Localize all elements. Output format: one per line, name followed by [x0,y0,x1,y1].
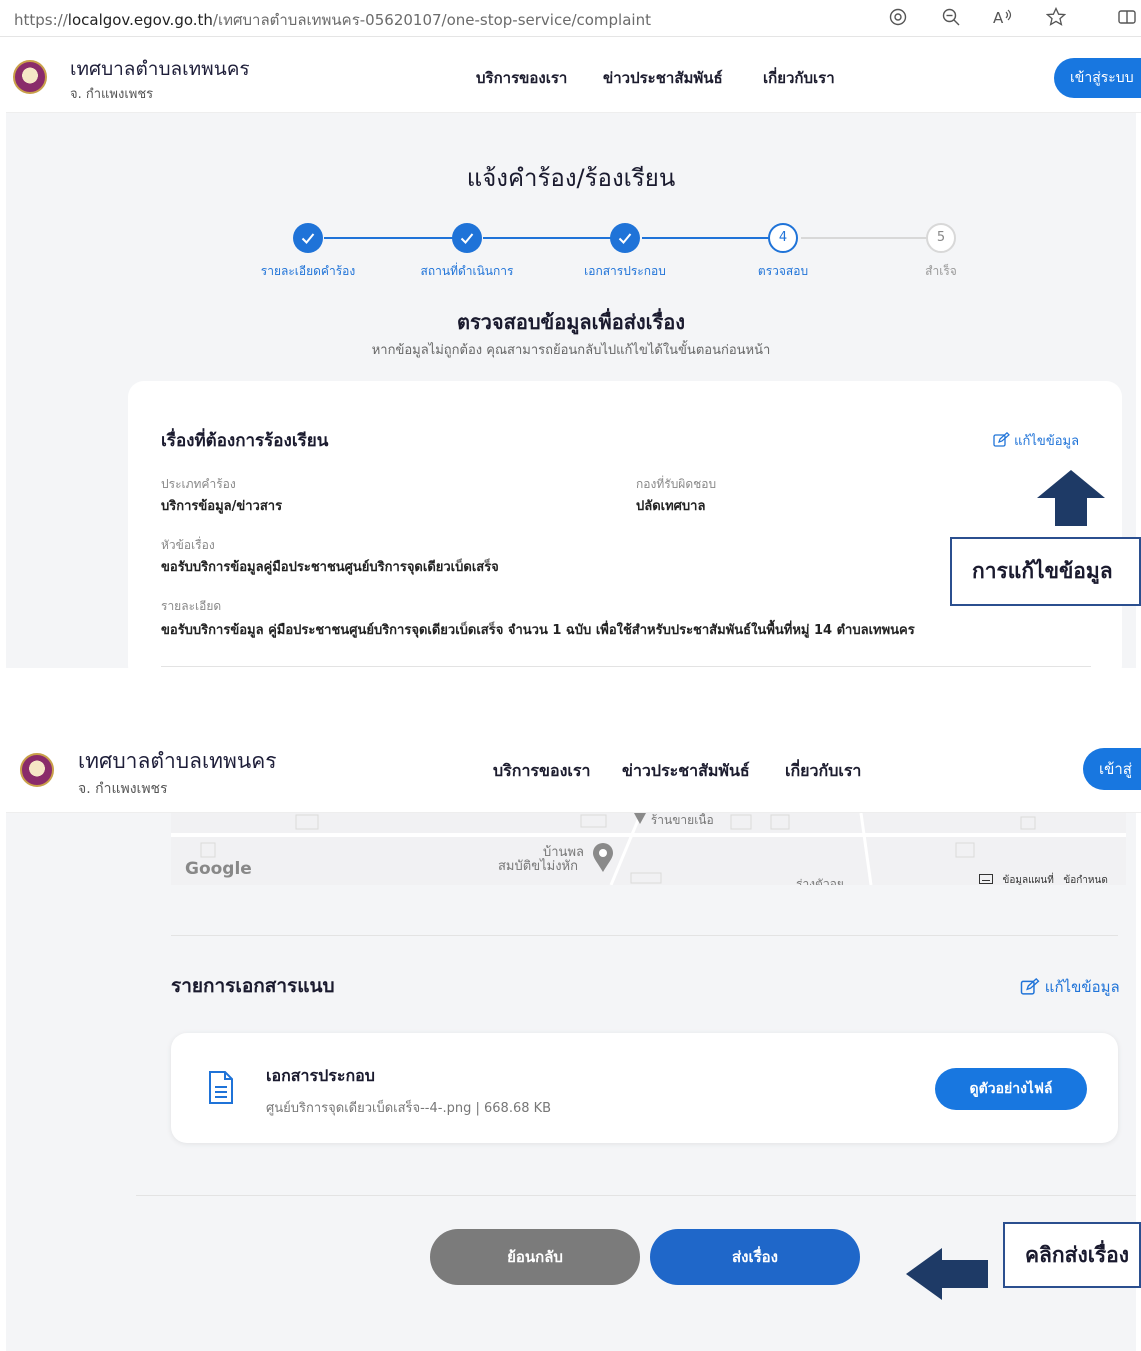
edit-icon [993,431,1010,447]
split-screen-icon[interactable] [1116,7,1138,29]
edit-complaint-label: แก้ไขข้อมูล [1014,434,1080,449]
nav-about[interactable]: เกี่ยวกับเรา [763,66,835,90]
zoom-out-icon[interactable] [940,7,962,29]
nav-services[interactable]: บริการของเรา [476,66,567,90]
step-1-check-icon [293,223,323,253]
step-2-check-icon [452,223,482,253]
map-place-label-text: ร้านขายเนื้อ [650,813,714,827]
section-divider [136,1195,1136,1196]
nav-services[interactable]: บริการของเรา [493,759,590,784]
google-logo: Google [185,859,252,879]
complaint-type-label: ประเภทคำร้อง [161,477,236,491]
municipality-logo[interactable] [13,60,47,94]
attachment-item: เอกสารประกอบ ศูนย์บริการจุดเดียวเบ็ดเสร็… [171,1033,1118,1143]
site-province: จ. กำแพงเพชร [70,87,154,102]
back-button[interactable]: ย้อนกลับ [430,1229,640,1285]
complaint-type-value: บริการข้อมูล/ข่าวสาร [161,499,283,514]
step-5-label: สำเร็จ [925,264,957,278]
step-3-label: เอกสารประกอบ [584,264,666,278]
location-icon[interactable] [887,7,909,29]
site-title[interactable]: เทศบาลตำบลเทพนคร [70,54,250,84]
page-title: แจ้งคำร้อง/ร้องเรียน [466,164,676,192]
map-marker-icon [634,813,646,824]
document-title: เอกสารประกอบ [266,1066,375,1085]
login-button[interactable]: เข้าสู่ [1083,748,1141,790]
step-1-label: รายละเอียดคำร้อง [260,264,356,278]
map-attribution[interactable]: ข้อมูลแผนที่ ข้อกำหนด [979,873,1108,885]
site-title[interactable]: เทศบาลตำบลเทพนคร [78,745,277,778]
annotation-edit-note: การแก้ไขข้อมูล [950,537,1141,606]
address-url[interactable]: https://localgov.egov.go.th/เทศบาลตำบลเท… [14,8,651,32]
annotation-send-note: คลิกส่งเรื่อง [1003,1222,1141,1288]
municipality-logo[interactable] [20,753,54,787]
document-icon [209,1071,233,1104]
browser-address-bar: https://localgov.egov.go.th/เทศบาลตำบลเท… [0,0,1141,37]
step-connector [483,237,629,239]
map-place-label: ร่างตัวอย [796,877,844,885]
detail-value: ขอรับบริการข้อมูล คู่มือประชาชนศูนย์บริก… [161,623,915,638]
step-2-label: สถานที่ดำเนินการ [420,264,514,278]
site-header: เทศบาลตำบลเทพนคร จ. กำแพงเพชร บริการของเ… [6,38,1141,113]
review-subtitle: หากข้อมูลไม่ถูกต้อง คุณสามารถย้อนกลับไปแ… [371,343,771,358]
favorite-star-icon[interactable] [1045,6,1067,29]
subject-value: ขอรับบริการข้อมูลคู่มือประชาชนศูนย์บริกา… [161,560,499,575]
review-title: ตรวจสอบข้อมูลเพื่อส่งเรื่อง [456,310,686,334]
nav-about[interactable]: เกี่ยวกับเรา [785,759,861,784]
step-5-number: 5 [926,223,956,253]
step-connector [642,237,788,239]
site-header-bottom: เทศบาลตำบลเทพนคร จ. กำแพงเพชร บริการของเ… [6,723,1141,813]
complaint-card: เรื่องที่ต้องการร้องเรียน แก้ไขข้อมูล ปร… [128,381,1122,668]
send-button[interactable]: ส่งเรื่อง [650,1229,860,1285]
edit-icon [1020,977,1040,995]
step-4-number: 4 [768,223,798,253]
edit-attachments-label: แก้ไขข้อมูล [1044,978,1120,996]
division-label: กองที่รับผิดชอบ [636,477,717,491]
subject-label: หัวข้อเรื่อง [161,538,215,552]
section-divider [171,935,1118,936]
map-terms-link[interactable]: ข้อกำหนด [1063,875,1107,885]
read-aloud-icon[interactable]: A [992,7,1014,29]
map-place-label: ร้านขายเนื้อ [633,813,714,830]
keyboard-icon [979,874,993,884]
annotation-left-arrow-icon [906,1248,988,1300]
section-divider [161,666,1091,667]
document-size: 668.68 KB [484,1101,552,1116]
site-province: จ. กำแพงเพชร [78,781,168,797]
document-filename: ศูนย์บริการจุดเดียวเบ็ดเสร็จ--4-.png [266,1101,472,1116]
preview-file-button[interactable]: ดูตัวอย่างไฟล์ [935,1068,1087,1110]
map-data-label: ข้อมูลแผนที่ [1002,875,1054,885]
annotation-up-arrow-icon [1037,470,1105,526]
login-button[interactable]: เข้าสู่ระบบ [1054,58,1141,98]
complaint-section-title: เรื่องที่ต้องการร้องเรียน [161,431,329,451]
edit-attachments-link[interactable]: แก้ไขข้อมูล [1020,975,1120,999]
nav-news[interactable]: ข่าวประชาสัมพันธ์ [603,66,723,90]
attachments-section-title: รายการเอกสารแนบ [171,975,335,997]
step-3-check-icon [610,223,640,253]
svg-text:A: A [993,9,1004,27]
detail-label: รายละเอียด [161,599,222,613]
division-value: ปลัดเทศบาล [636,499,706,514]
map-place-label: สมบัติขไม่งหัก [498,859,578,874]
nav-news[interactable]: ข่าวประชาสัมพันธ์ [622,759,750,784]
edit-complaint-link[interactable]: แก้ไขข้อมูล [993,430,1079,451]
step-connector [324,237,470,239]
map-pin-icon [593,843,613,872]
document-meta: ศูนย์บริการจุดเดียวเบ็ดเสร็จ--4-.png | 6… [266,1101,552,1116]
location-map[interactable]: Google ร้านขายเนื้อ บ้านพล สมบัติขไม่งหั… [171,813,1126,885]
step-4-label: ตรวจสอบ [757,264,809,278]
